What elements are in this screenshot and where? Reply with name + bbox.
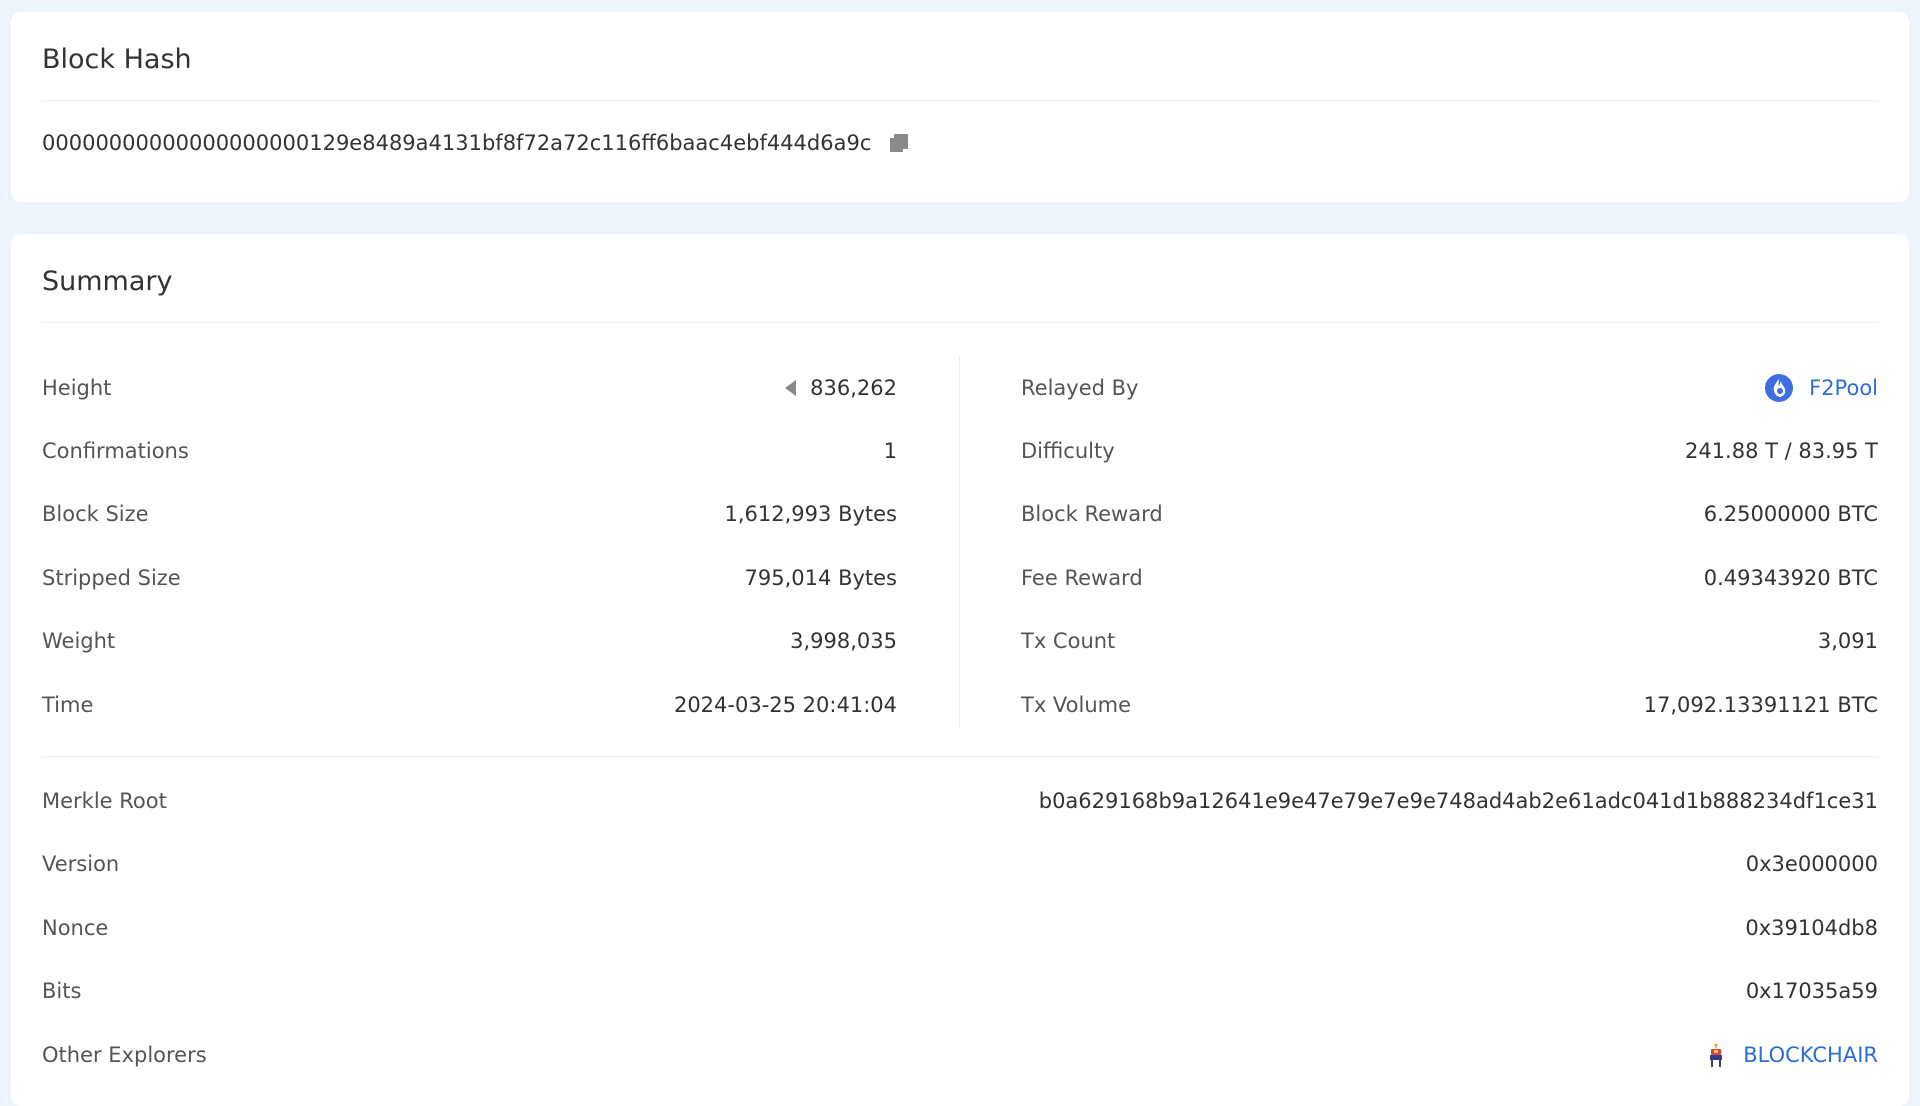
summary-lower: Merkle Root b0a629168b9a12641e9e47e79e7e… xyxy=(42,757,1878,1086)
block-hash-value: 00000000000000000000129e8489a4131bf8f72a… xyxy=(42,131,872,155)
value-time: 2024-03-25 20:41:04 xyxy=(673,692,897,717)
pool-link[interactable]: F2Pool xyxy=(1765,373,1878,402)
row-merkle-root: Merkle Root b0a629168b9a12641e9e47e79e7e… xyxy=(42,769,1878,832)
copy-icon[interactable] xyxy=(888,132,910,154)
label-version: Version xyxy=(42,852,120,877)
row-block-size: Block Size 1,612,993 Bytes xyxy=(42,483,897,546)
row-other-explorers: Other Explorers BLOCKCHAIR xyxy=(42,1023,1878,1086)
row-block-reward: Block Reward 6.25000000 BTC xyxy=(1021,483,1878,546)
row-nonce: Nonce 0x39104db8 xyxy=(42,896,1878,959)
row-difficulty: Difficulty 241.88 T / 83.95 T xyxy=(1021,419,1878,482)
blockchair-icon xyxy=(1705,1041,1727,1069)
block-hash-title: Block Hash xyxy=(42,12,1878,101)
label-tx-count: Tx Count xyxy=(1021,629,1116,654)
summary-card: Summary Height 836,262 Confirmations 1 B… xyxy=(11,234,1909,1106)
label-merkle-root: Merkle Root xyxy=(42,789,167,814)
value-block-size: 1,612,993 Bytes xyxy=(724,502,897,527)
row-version: Version 0x3e000000 xyxy=(42,833,1878,896)
value-height: 836,262 xyxy=(785,376,897,400)
label-bits: Bits xyxy=(42,979,82,1004)
summary-left-column: Height 836,262 Confirmations 1 Block Siz… xyxy=(42,356,897,736)
value-fee-reward: 0.49343920 BTC xyxy=(1703,565,1878,590)
column-divider xyxy=(959,356,960,729)
summary-title: Summary xyxy=(42,234,1878,323)
summary-grid: Height 836,262 Confirmations 1 Block Siz… xyxy=(42,323,1878,758)
label-tx-volume: Tx Volume xyxy=(1021,692,1132,717)
label-stripped-size: Stripped Size xyxy=(42,565,181,590)
label-difficulty: Difficulty xyxy=(1021,439,1115,464)
value-weight: 3,998,035 xyxy=(790,629,897,654)
value-difficulty: 241.88 T / 83.95 T xyxy=(1684,439,1878,464)
explorer-name: BLOCKCHAIR xyxy=(1743,1042,1878,1067)
summary-right-column: Relayed By F2Pool Difficulty 241.88 T / … xyxy=(1021,356,1878,736)
row-stripped-size: Stripped Size 795,014 Bytes xyxy=(42,546,897,609)
row-weight: Weight 3,998,035 xyxy=(42,610,897,673)
value-confirmations: 1 xyxy=(883,439,897,464)
block-hash-row: 00000000000000000000129e8489a4131bf8f72a… xyxy=(42,131,1878,155)
arrow-left-icon[interactable] xyxy=(785,379,797,396)
value-stripped-size: 795,014 Bytes xyxy=(744,565,897,590)
label-fee-reward: Fee Reward xyxy=(1021,565,1143,590)
value-tx-volume: 17,092.13391121 BTC xyxy=(1643,692,1878,717)
label-block-size: Block Size xyxy=(42,502,149,527)
value-block-reward: 6.25000000 BTC xyxy=(1703,502,1878,527)
label-other-explorers: Other Explorers xyxy=(42,1042,207,1067)
row-height: Height 836,262 xyxy=(42,356,897,419)
value-merkle-root: b0a629168b9a12641e9e47e79e7e9e748ad4ab2e… xyxy=(1038,789,1878,814)
row-bits: Bits 0x17035a59 xyxy=(42,960,1878,1023)
row-time: Time 2024-03-25 20:41:04 xyxy=(42,673,897,736)
row-tx-count: Tx Count 3,091 xyxy=(1021,610,1878,673)
label-height: Height xyxy=(42,375,112,400)
value-bits: 0x17035a59 xyxy=(1745,979,1878,1004)
block-hash-card: Block Hash 00000000000000000000129e8489a… xyxy=(11,12,1909,202)
row-tx-volume: Tx Volume 17,092.13391121 BTC xyxy=(1021,673,1878,736)
row-confirmations: Confirmations 1 xyxy=(42,419,897,482)
f2pool-icon xyxy=(1765,373,1794,402)
label-relayed-by: Relayed By xyxy=(1021,375,1139,400)
value-tx-count: 3,091 xyxy=(1817,629,1878,654)
pool-name: F2Pool xyxy=(1809,375,1878,400)
value-version: 0x3e000000 xyxy=(1745,852,1878,877)
row-fee-reward: Fee Reward 0.49343920 BTC xyxy=(1021,546,1878,609)
value-nonce: 0x39104db8 xyxy=(1745,915,1878,940)
row-relayed-by: Relayed By F2Pool xyxy=(1021,356,1878,419)
height-number: 836,262 xyxy=(810,375,897,400)
label-time: Time xyxy=(42,692,94,717)
label-nonce: Nonce xyxy=(42,915,109,940)
label-block-reward: Block Reward xyxy=(1021,502,1163,527)
page: Block Hash 00000000000000000000129e8489a… xyxy=(0,0,1920,1106)
label-confirmations: Confirmations xyxy=(42,439,189,464)
label-weight: Weight xyxy=(42,629,116,654)
blockchair-link[interactable]: BLOCKCHAIR xyxy=(1705,1041,1878,1069)
